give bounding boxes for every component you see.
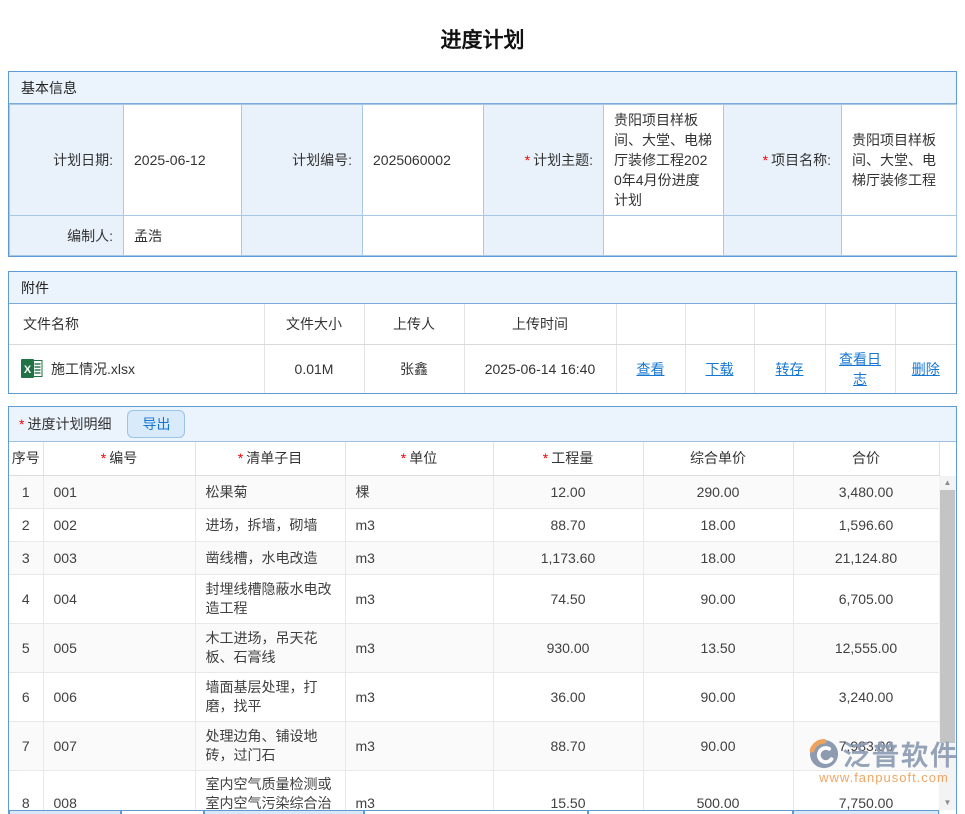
plan-date-label: 计划日期: <box>10 105 124 216</box>
plan-subject-label: *计划主题: <box>484 105 604 216</box>
scrollbar-thumb[interactable] <box>940 490 955 743</box>
col-header-unit: *单位 <box>345 442 493 476</box>
svg-text:X: X <box>24 364 32 376</box>
required-mark: * <box>19 416 24 432</box>
col-header-file-name: 文件名称 <box>9 304 264 344</box>
required-mark: * <box>763 152 768 168</box>
plan-subject-value: 贵阳项目样板间、大堂、电梯厅装修工程2020年4月份进度计划 <box>604 105 724 216</box>
attachment-row: X 施工情况.xlsx 0.01M 张鑫 2025-06-14 16:40 查看… <box>9 344 956 393</box>
detail-header-row: 序号 *编号 *清单子目 *单位 *工程量 综合单价 合价 <box>9 442 939 476</box>
file-name-cell: X 施工情况.xlsx <box>9 344 264 393</box>
col-header-empty <box>685 304 754 344</box>
empty-label-cell <box>484 216 604 256</box>
excel-file-icon: X <box>21 359 43 378</box>
empty-value-cell <box>363 216 484 256</box>
page-title: 进度计划 <box>0 0 965 71</box>
view-link[interactable]: 查看 <box>637 361 665 377</box>
delete-link[interactable]: 删除 <box>912 361 940 377</box>
schedule-detail-section: * 进度计划明细 导出 序号 *编号 *清单子目 *单位 *工程量 综合单价 合… <box>8 406 957 814</box>
col-header-file-size: 文件大小 <box>264 304 364 344</box>
basic-info-section: 基本信息 计划日期: 2025-06-12 计划编号: 2025060002 *… <box>8 71 957 257</box>
basic-info-section-title: 基本信息 <box>9 72 956 104</box>
col-header-empty <box>616 304 685 344</box>
table-row: 7007 处理边角、铺设地砖，过门石m3 88.7090.00 7,983.00 <box>9 722 939 771</box>
required-mark: * <box>525 152 530 168</box>
save-as-link[interactable]: 转存 <box>776 361 804 377</box>
file-size-cell: 0.01M <box>264 344 364 393</box>
scroll-down-arrow-icon[interactable]: ▼ <box>939 796 956 810</box>
col-header-code: *编号 <box>43 442 195 476</box>
plan-date-value: 2025-06-12 <box>124 105 242 216</box>
attachments-table: 文件名称 文件大小 上传人 上传时间 X <box>9 304 956 393</box>
download-link[interactable]: 下载 <box>706 361 734 377</box>
attachments-section-title: 附件 <box>9 272 956 304</box>
col-header-empty <box>895 304 956 344</box>
attachments-section: 附件 文件名称 文件大小 上传人 上传时间 <box>8 271 957 394</box>
export-button[interactable]: 导出 <box>127 410 185 438</box>
empty-value-cell <box>604 216 724 256</box>
schedule-detail-table: 序号 *编号 *清单子目 *单位 *工程量 综合单价 合价 1001 松果菊棵 … <box>9 442 940 814</box>
project-name-value: 贵阳项目样板间、大堂、电梯厅装修工程 <box>842 105 957 216</box>
compiler-value: 孟浩 <box>124 216 242 256</box>
col-header-empty <box>754 304 825 344</box>
uploader-cell: 张鑫 <box>364 344 464 393</box>
plan-number-label: 计划编号: <box>242 105 363 216</box>
empty-label-cell <box>724 216 842 256</box>
col-header-uploader: 上传人 <box>364 304 464 344</box>
table-row: 1001 松果菊棵 12.00290.00 3,480.00 <box>9 476 939 509</box>
schedule-detail-section-title: 进度计划明细 <box>27 414 111 434</box>
col-header-unit-price: 综合单价 <box>643 442 793 476</box>
project-name-label: *项目名称: <box>724 105 842 216</box>
empty-value-cell <box>842 216 957 256</box>
col-header-item: *清单子目 <box>195 442 345 476</box>
scroll-up-arrow-icon[interactable]: ▲ <box>939 476 956 490</box>
file-name-text[interactable]: 施工情况.xlsx <box>51 359 135 379</box>
col-header-total-price: 合价 <box>793 442 939 476</box>
table-row: 8008 室内空气质量检测或室内空气污染综合治理；m3 15.50500.00 … <box>9 771 939 814</box>
upload-time-cell: 2025-06-14 16:40 <box>464 344 616 393</box>
col-header-empty <box>825 304 895 344</box>
table-row: 3003 凿线槽，水电改造m3 1,173.6018.00 21,124.80 <box>9 542 939 575</box>
table-row: 2002 进场，拆墙，砌墙m3 88.7018.00 1,596.60 <box>9 509 939 542</box>
cutoff-next-row <box>9 810 939 814</box>
vertical-scrollbar[interactable]: ▲ ▼ <box>939 476 956 810</box>
col-header-quantity: *工程量 <box>493 442 643 476</box>
col-header-upload-time: 上传时间 <box>464 304 616 344</box>
col-header-seq: 序号 <box>9 442 43 476</box>
plan-number-value: 2025060002 <box>363 105 484 216</box>
view-log-link[interactable]: 查看日志 <box>839 351 881 387</box>
table-row: 4004 封埋线槽隐蔽水电改造工程m3 74.5090.00 6,705.00 <box>9 575 939 624</box>
basic-info-table: 计划日期: 2025-06-12 计划编号: 2025060002 *计划主题:… <box>9 104 957 256</box>
table-row: 6006 墙面基层处理，打磨，找平m3 36.0090.00 3,240.00 <box>9 673 939 722</box>
table-row: 5005 木工进场，吊天花板、石膏线m3 930.0013.50 12,555.… <box>9 624 939 673</box>
empty-label-cell <box>242 216 363 256</box>
schedule-detail-header-bar: * 进度计划明细 导出 <box>9 407 956 442</box>
compiler-label: 编制人: <box>10 216 124 256</box>
